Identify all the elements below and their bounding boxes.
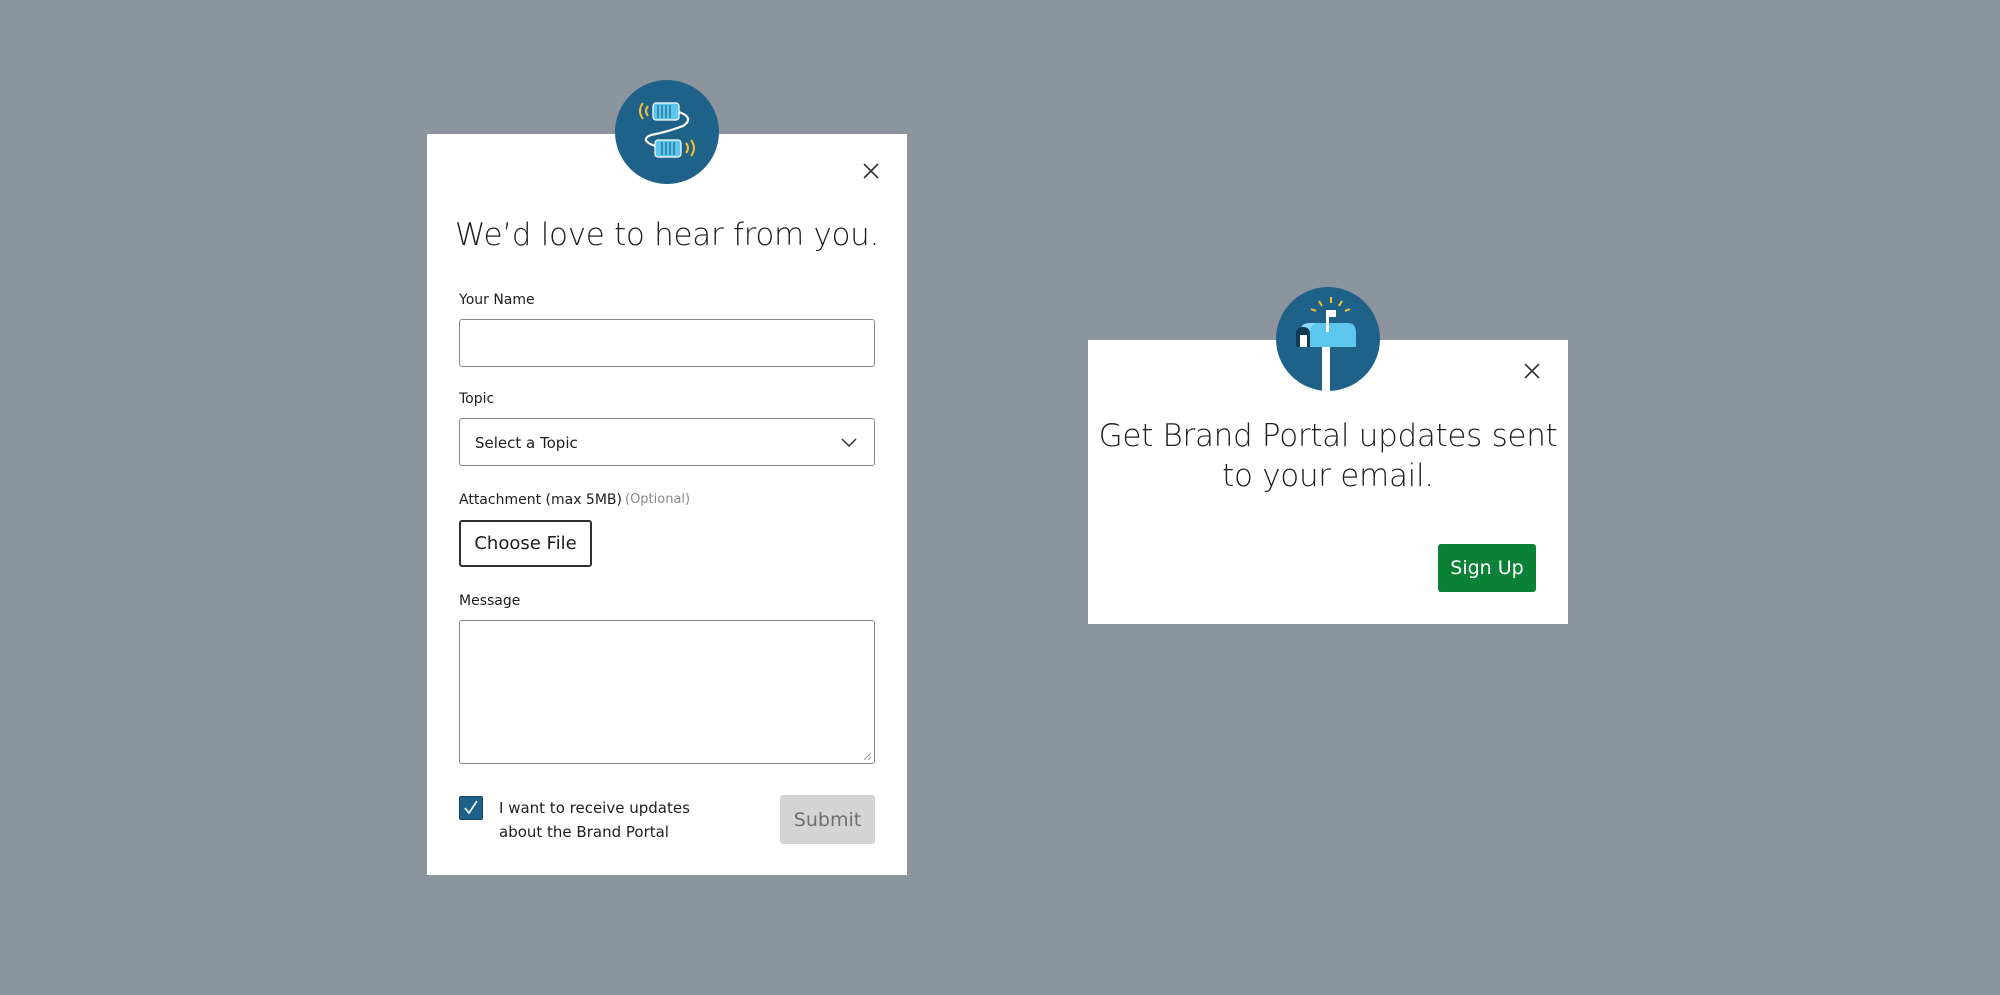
- mailbox-icon: [1276, 287, 1380, 391]
- sign-up-button[interactable]: Sign Up: [1438, 544, 1536, 592]
- contact-modal-title: We’d love to hear from you.: [454, 217, 880, 253]
- topic-select[interactable]: Select a Topic: [459, 418, 875, 466]
- your-name-label: Your Name: [459, 292, 535, 308]
- email-updates-modal: Get Brand Portal updates sent to your em…: [1088, 287, 1568, 624]
- tin-can-phone-icon: [615, 80, 719, 184]
- submit-button[interactable]: Submit: [780, 795, 875, 844]
- email-updates-title: Get Brand Portal updates sent to your em…: [1098, 418, 1558, 494]
- message-textarea[interactable]: [459, 620, 875, 764]
- choose-file-button[interactable]: Choose File: [459, 520, 592, 567]
- topic-label: Topic: [459, 391, 495, 407]
- checkmark-icon: [464, 800, 478, 815]
- optional-label: (Optional): [625, 492, 691, 507]
- attachment-label: Attachment (max 5MB): [459, 492, 622, 508]
- updates-checkbox-label: I want to receive updates about the Bran…: [499, 799, 690, 841]
- your-name-input[interactable]: [459, 319, 875, 367]
- updates-checkbox[interactable]: [459, 796, 483, 820]
- close-icon[interactable]: [1520, 359, 1544, 383]
- close-icon[interactable]: [859, 159, 883, 183]
- message-label: Message: [459, 593, 521, 609]
- chevron-down-icon: [840, 436, 858, 448]
- topic-select-value: Select a Topic: [475, 434, 578, 452]
- resize-handle-icon[interactable]: [863, 752, 872, 761]
- contact-modal: We’d love to hear from you. Your Name To…: [427, 80, 907, 875]
